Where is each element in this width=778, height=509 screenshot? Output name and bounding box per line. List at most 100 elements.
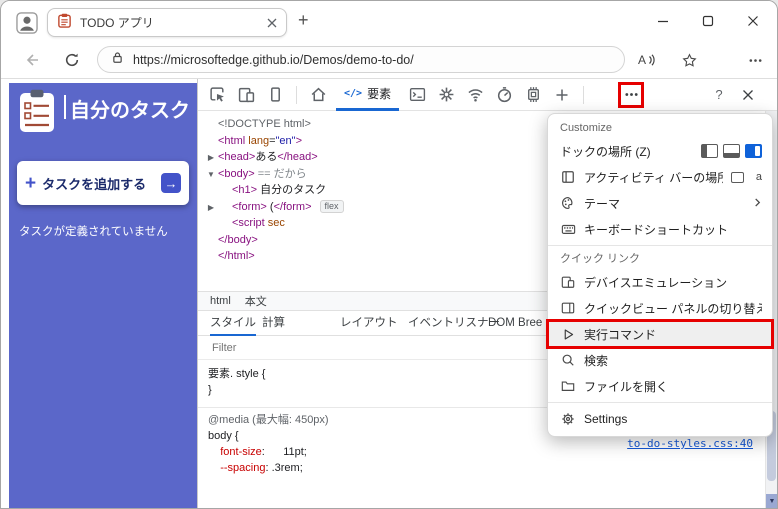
tab-favicon-icon: [57, 13, 72, 33]
read-aloud-icon[interactable]: A: [634, 49, 658, 71]
url-text[interactable]: https://microsoftedge.github.io/Demos/de…: [133, 53, 414, 67]
menu-item-open-file[interactable]: ファイルを開く: [548, 373, 772, 399]
breadcrumb-html[interactable]: html: [210, 295, 231, 307]
dock-bottom-icon[interactable]: [723, 144, 740, 158]
tab-event-listeners[interactable]: イベントリスナー: [408, 311, 500, 336]
empty-task-message: タスクが定義されていません: [19, 223, 168, 239]
device-toolbar-icon[interactable]: [235, 84, 257, 106]
theme-palette-icon: [560, 196, 576, 210]
toolbar-divider: [583, 86, 584, 104]
run-command-icon: [560, 328, 576, 341]
elements-tab-label: 要素: [367, 85, 391, 102]
menu-item-run-command[interactable]: 実行コマンド: [548, 321, 772, 347]
breadcrumb-body[interactable]: 本文: [245, 293, 267, 309]
menu-divider: [548, 245, 772, 246]
app-title: 自分のタスク: [70, 94, 190, 123]
activity-bar-icon: [560, 170, 576, 184]
browser-toolbar: https://microsoftedge.github.io/Demos/de…: [1, 41, 777, 79]
lock-icon: [111, 51, 124, 69]
plus-icon: +: [25, 174, 36, 193]
svg-text:A: A: [638, 53, 646, 67]
menu-divider: [548, 402, 772, 403]
network-icon[interactable]: [464, 84, 486, 106]
new-tab-button[interactable]: +: [298, 10, 309, 31]
style-rule-line[interactable]: --spacing: .3rem;: [208, 460, 765, 476]
arrow-right-icon: →: [161, 173, 181, 193]
maximize-button[interactable]: [685, 1, 730, 41]
menu-item-keyboard-shortcuts[interactable]: キーボードショートカット: [548, 216, 772, 242]
dock-left-icon[interactable]: [701, 144, 718, 158]
add-task-button[interactable]: + タスクを追加する →: [17, 161, 189, 205]
profile-avatar-icon[interactable]: [14, 10, 39, 35]
more-tools-plus-icon[interactable]: [551, 84, 573, 106]
expand-arrow-icon[interactable]: ▶: [204, 200, 218, 216]
performance-icon[interactable]: [493, 84, 515, 106]
open-file-folder-icon: [560, 379, 576, 393]
back-button-icon[interactable]: [21, 49, 43, 71]
tab-close-icon[interactable]: [267, 18, 277, 28]
menu-label: 実行コマンド: [584, 326, 762, 343]
refresh-button-icon[interactable]: [61, 49, 83, 71]
help-icon[interactable]: ?: [708, 84, 730, 106]
titlebar: TODO アプリ +: [1, 1, 777, 41]
browser-settings-dots-icon[interactable]: [743, 49, 767, 71]
customize-menu: Customize ドックの場所 (Z) アクティビティ バーの場所 a: [547, 113, 773, 437]
menu-label: ファイルを開く: [584, 378, 762, 395]
menu-item-theme[interactable]: テーマ: [548, 190, 772, 216]
clipboard-icon: [19, 89, 55, 138]
tab-computed[interactable]: 計算: [262, 311, 285, 336]
activity-bar-panel-icon[interactable]: [264, 84, 286, 106]
tab-styles[interactable]: スタイル: [210, 311, 256, 336]
device-emulation-icon: [560, 275, 576, 289]
menu-item-activity-bar-location[interactable]: アクティビティ バーの場所 a: [548, 164, 772, 190]
menu-item-settings[interactable]: Settings: [548, 406, 772, 432]
home-icon[interactable]: [307, 84, 329, 106]
address-bar[interactable]: https://microsoftedge.github.io/Demos/de…: [97, 46, 625, 73]
menu-item-dock-location[interactable]: ドックの場所 (Z): [548, 138, 772, 164]
menu-item-search[interactable]: 検索: [548, 347, 772, 373]
browser-window: TODO アプリ +: [0, 0, 778, 509]
add-task-label: タスクを追加する: [42, 174, 155, 193]
menu-label: キーボードショートカット: [584, 221, 762, 238]
gear-icon: [560, 412, 576, 426]
chevron-right-icon: [753, 196, 762, 210]
console-icon[interactable]: [406, 84, 428, 106]
menu-label: アクティビティ バーの場所: [584, 169, 723, 186]
expand-arrow-icon[interactable]: ▼: [204, 167, 218, 183]
browser-tab[interactable]: TODO アプリ: [47, 8, 287, 37]
menu-label: 検索: [584, 352, 762, 369]
activity-bar-hint: a: [756, 171, 762, 183]
close-window-button[interactable]: [730, 1, 775, 41]
close-devtools-icon[interactable]: [737, 84, 759, 106]
page-content: 自分のタスク + タスクを追加する → タスクが定義されていません: [1, 79, 777, 508]
stylesheet-link[interactable]: to-do-styles.css:40: [627, 437, 753, 450]
expand-arrow-icon[interactable]: ▶: [204, 150, 218, 166]
menu-label: ドックの場所 (Z): [560, 143, 693, 160]
sources-icon[interactable]: [435, 84, 457, 106]
customize-devtools-dots-icon[interactable]: [620, 84, 642, 106]
favorites-star-icon[interactable]: [677, 49, 701, 71]
inspect-element-icon[interactable]: [206, 84, 228, 106]
tab-title: TODO アプリ: [80, 14, 259, 31]
menu-item-device-emulation[interactable]: デバイスエミュレーション: [548, 269, 772, 295]
dock-right-icon[interactable]: [745, 144, 762, 158]
menu-label: Settings: [584, 412, 762, 426]
code-brackets-icon: </>: [344, 88, 362, 99]
menu-label: テーマ: [584, 195, 745, 212]
memory-icon[interactable]: [522, 84, 544, 106]
menu-header-customize: Customize: [548, 118, 772, 138]
window-controls: [640, 1, 775, 41]
minimize-button[interactable]: [640, 1, 685, 41]
scroll-down-arrow-icon[interactable]: ▼: [766, 494, 778, 508]
filter-input[interactable]: [212, 342, 412, 354]
dock-option-icons: [701, 144, 762, 158]
text-cursor: [64, 95, 66, 119]
menu-item-quick-view[interactable]: クイックビュー パネルの切り替え: [548, 295, 772, 321]
tab-dom-breakpoints[interactable]: DOM Bree: [488, 311, 542, 336]
todo-app-panel: 自分のタスク + タスクを追加する → タスクが定義されていません: [9, 83, 197, 508]
activity-bar-position-icon[interactable]: [731, 172, 744, 183]
menu-label: デバイスエミュレーション: [584, 274, 762, 291]
toolbar-divider: [296, 86, 297, 104]
tab-elements[interactable]: </> 要素: [336, 79, 399, 111]
tab-layout[interactable]: レイアウト: [340, 311, 398, 336]
